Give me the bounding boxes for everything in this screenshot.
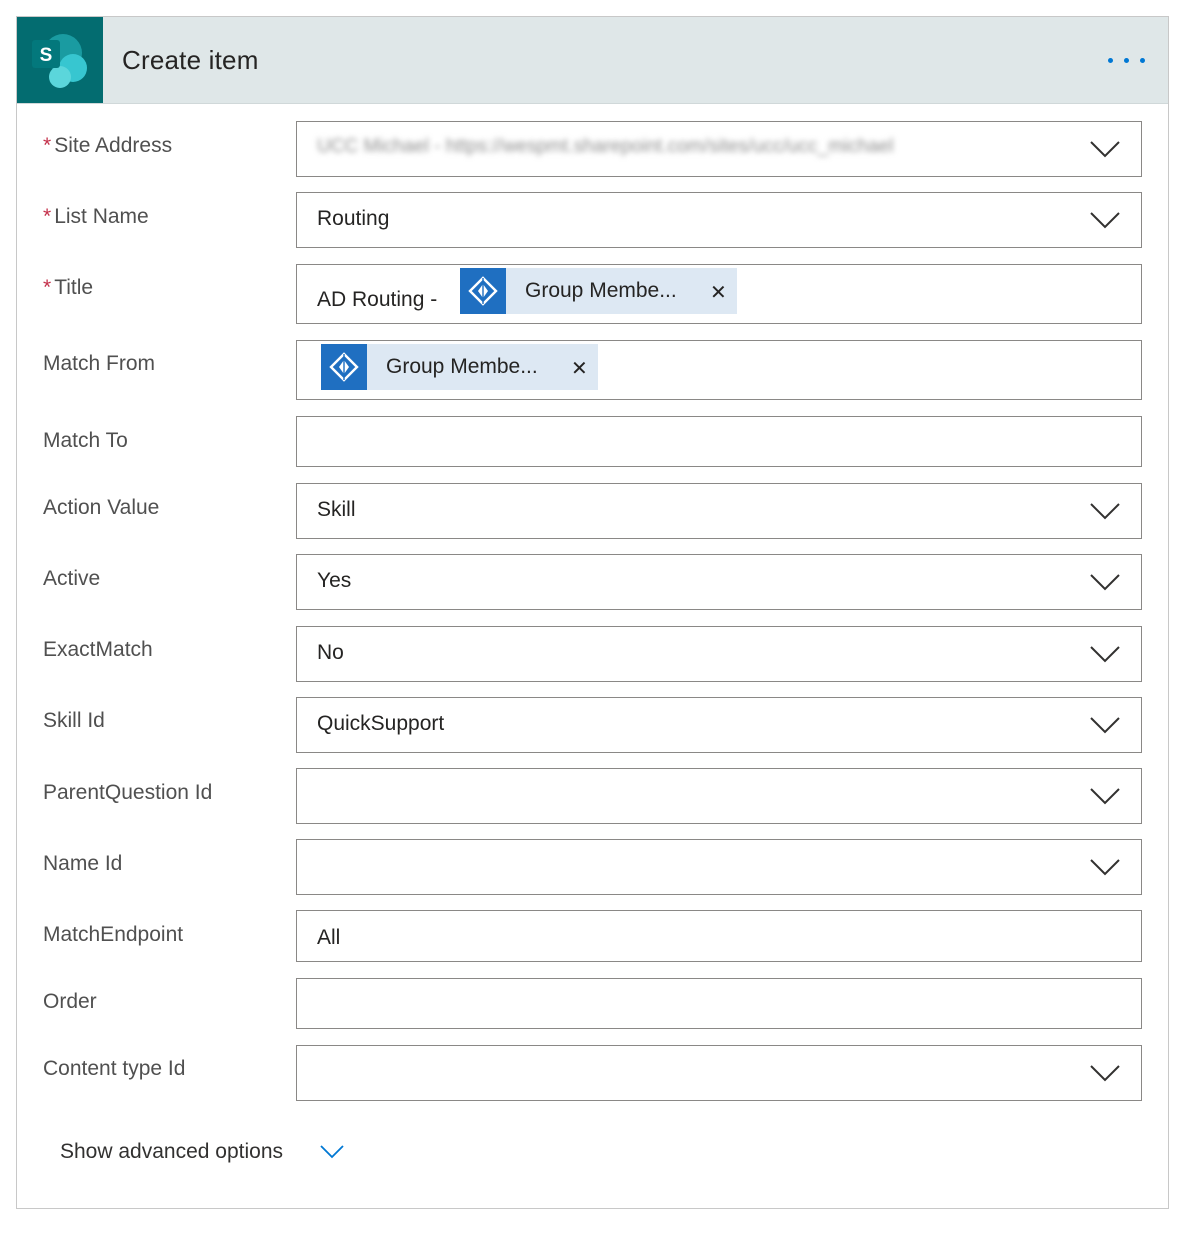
active-label: Active xyxy=(43,567,101,590)
chevron-down-icon[interactable] xyxy=(1089,1064,1121,1082)
list-name-label: * List Name xyxy=(43,205,149,229)
remove-token-icon[interactable]: ✕ xyxy=(710,280,727,305)
match-from-input[interactable]: Group Membe... ✕ xyxy=(296,340,1142,400)
remove-token-icon[interactable]: ✕ xyxy=(571,356,588,381)
match-from-label: Match From xyxy=(43,352,156,375)
site-address-value: UCC Michael - https://wespmt.sharepoint.… xyxy=(317,136,894,157)
chevron-down-icon[interactable] xyxy=(1089,858,1121,876)
active-dropdown[interactable]: Yes xyxy=(296,554,1142,610)
name-id-label: Name Id xyxy=(43,852,123,875)
action-value-value: Skill xyxy=(317,498,356,521)
match-endpoint-label: MatchEndpoint xyxy=(43,923,184,946)
show-advanced-options-link[interactable]: Show advanced options xyxy=(60,1140,283,1164)
match-endpoint-input[interactable]: All xyxy=(296,910,1142,962)
content-type-id-label: Content type Id xyxy=(43,1057,186,1080)
chevron-down-icon[interactable] xyxy=(1089,716,1121,734)
chevron-down-icon[interactable] xyxy=(1089,645,1121,663)
site-address-label: * Site Address xyxy=(43,134,172,158)
list-name-dropdown[interactable]: Routing xyxy=(296,192,1142,248)
azure-ad-icon xyxy=(460,268,506,314)
azure-ad-icon xyxy=(321,344,367,390)
title-input[interactable]: AD Routing - Group Membe... ✕ xyxy=(296,264,1142,324)
title-label-text: Title xyxy=(54,276,94,299)
dynamic-content-token[interactable]: Group Membe... ✕ xyxy=(460,268,737,314)
exact-match-value: No xyxy=(317,641,344,664)
skill-id-label: Skill Id xyxy=(43,709,105,732)
skill-id-value: QuickSupport xyxy=(317,712,445,735)
content-type-id-dropdown[interactable] xyxy=(296,1045,1142,1101)
skill-id-dropdown[interactable]: QuickSupport xyxy=(296,697,1142,753)
required-marker: * xyxy=(43,205,52,228)
required-marker: * xyxy=(43,134,52,157)
list-name-label-text: List Name xyxy=(54,205,149,228)
chevron-down-icon[interactable] xyxy=(1089,211,1121,229)
card-title: Create item xyxy=(122,45,259,75)
svg-text:S: S xyxy=(40,45,53,66)
dynamic-content-token[interactable]: Group Membe... ✕ xyxy=(321,344,598,390)
title-label: * Title xyxy=(43,276,93,300)
title-value: AD Routing - xyxy=(317,288,438,311)
chevron-down-icon[interactable] xyxy=(1089,502,1121,520)
name-id-dropdown[interactable] xyxy=(296,839,1142,895)
match-endpoint-value: All xyxy=(317,926,341,949)
card-header[interactable]: S Create item xyxy=(17,17,1168,104)
chevron-down-icon[interactable] xyxy=(1089,787,1121,805)
match-to-label: Match To xyxy=(43,429,128,452)
action-value-dropdown[interactable]: Skill xyxy=(296,483,1142,539)
required-marker: * xyxy=(43,276,52,299)
chevron-down-icon[interactable] xyxy=(320,1145,344,1159)
list-name-value: Routing xyxy=(317,207,390,230)
chevron-down-icon[interactable] xyxy=(1089,140,1121,158)
order-input[interactable] xyxy=(296,978,1142,1029)
exact-match-label: ExactMatch xyxy=(43,638,153,661)
token-label: Group Membe... xyxy=(386,355,538,378)
action-value-label: Action Value xyxy=(43,496,160,519)
chevron-down-icon[interactable] xyxy=(1089,573,1121,591)
match-to-input[interactable] xyxy=(296,416,1142,467)
order-label: Order xyxy=(43,990,97,1013)
active-value: Yes xyxy=(317,569,352,592)
exact-match-dropdown[interactable]: No xyxy=(296,626,1142,682)
site-address-label-text: Site Address xyxy=(54,134,173,157)
parent-question-id-label: ParentQuestion Id xyxy=(43,781,213,804)
sharepoint-icon: S xyxy=(17,17,103,103)
token-label: Group Membe... xyxy=(525,279,677,302)
site-address-dropdown[interactable]: UCC Michael - https://wespmt.sharepoint.… xyxy=(296,121,1142,177)
ellipsis-icon[interactable] xyxy=(1105,51,1149,71)
parent-question-id-dropdown[interactable] xyxy=(296,768,1142,824)
create-item-card: S Create item * Site Address UCC Michael … xyxy=(16,16,1169,1209)
